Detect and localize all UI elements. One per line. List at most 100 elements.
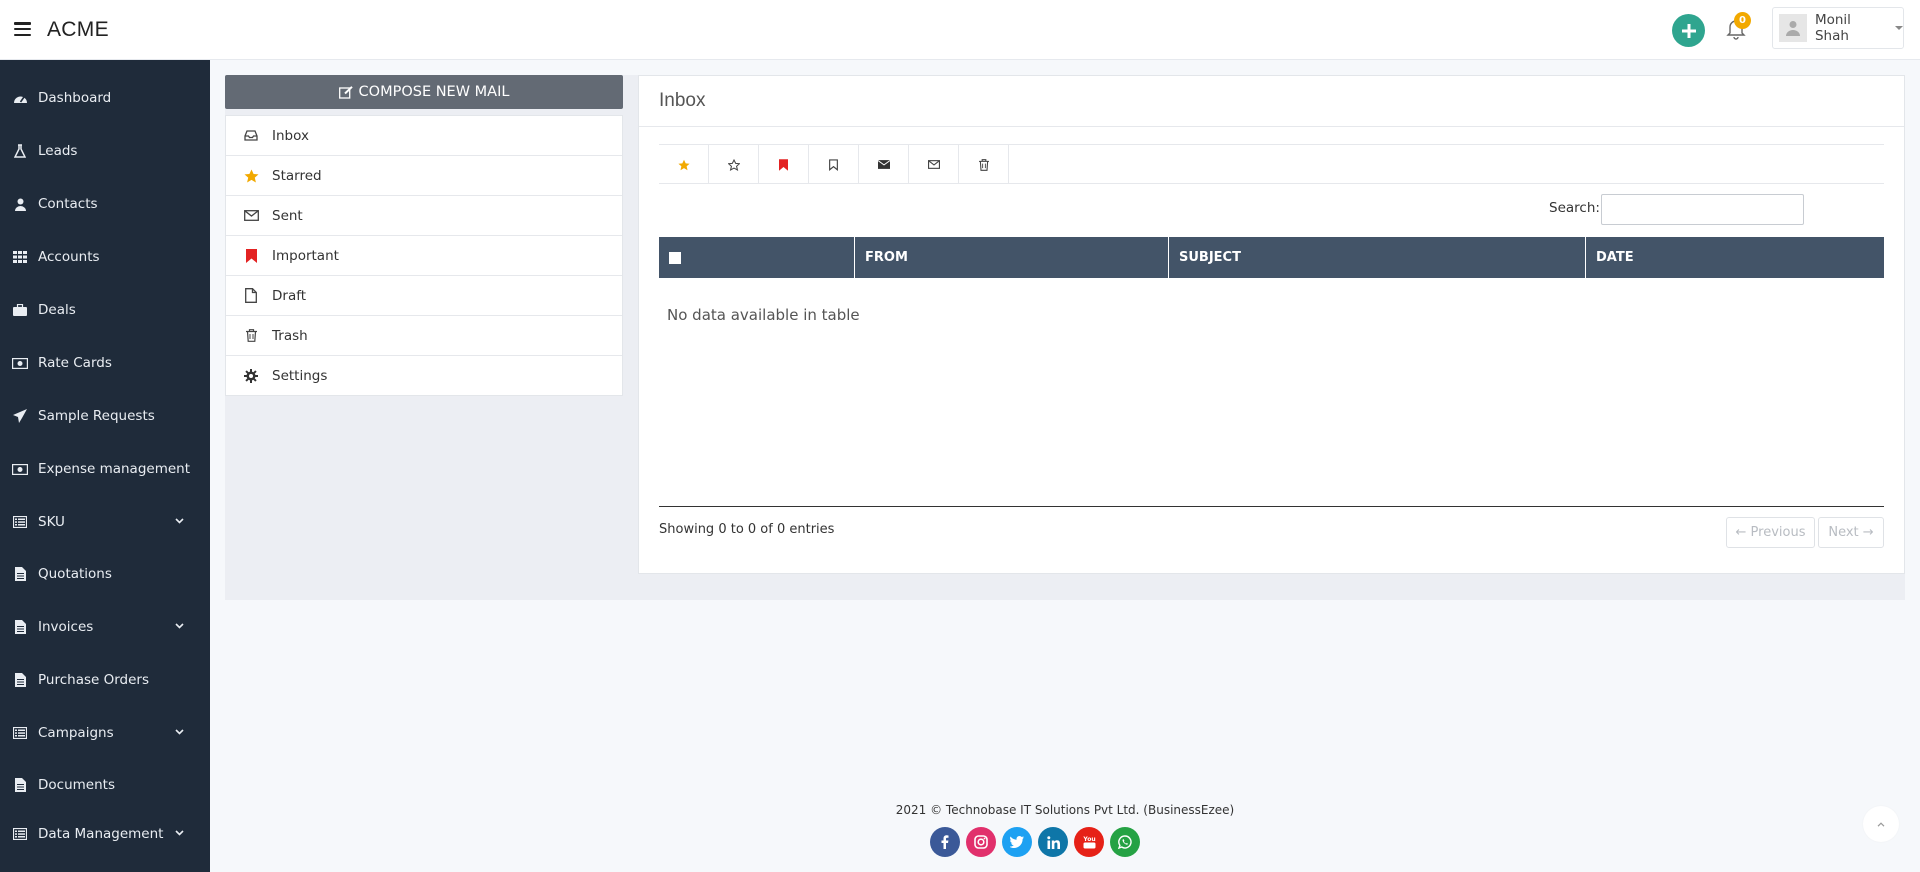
sidebar-item-label: Expense management (38, 461, 191, 477)
bookmark-filled-icon (779, 158, 788, 171)
notification-count-badge: 0 (1734, 12, 1751, 29)
grid-icon (12, 249, 28, 265)
sidebar-item-invoices[interactable]: Invoices (0, 608, 210, 646)
youtube-icon[interactable]: You (1074, 827, 1104, 857)
sidebar-item-dashboard[interactable]: Dashboard (0, 79, 210, 117)
compose-label: COMPOSE NEW MAIL (358, 84, 510, 100)
footer-copyright: 2021 © Technobase IT Solutions Pvt Ltd. … (895, 803, 1235, 817)
folder-starred[interactable]: Starred (226, 156, 622, 196)
list-icon (12, 826, 28, 842)
chevron-down-icon (175, 623, 184, 629)
sidebar-item-label: SKU (38, 514, 65, 530)
sidebar-item-label: Campaigns (38, 725, 114, 741)
folder-trash[interactable]: Trash (226, 316, 622, 356)
divider (639, 126, 1904, 127)
folder-inbox[interactable]: Inbox (226, 116, 622, 156)
star-icon (243, 168, 259, 184)
folder-label: Inbox (272, 127, 309, 144)
mark-starred-button[interactable] (659, 145, 709, 184)
chevron-down-icon (175, 830, 184, 836)
trash-icon (978, 158, 989, 171)
search-input[interactable] (1601, 194, 1804, 225)
sidebar-item-label: Contacts (38, 196, 98, 212)
sidebar-item-label: Data Management (38, 826, 164, 842)
empty-table-message: No data available in table (667, 306, 860, 324)
compose-button[interactable]: COMPOSE NEW MAIL (225, 75, 623, 109)
mark-read-button[interactable] (909, 145, 959, 184)
envelope-outline-icon (927, 160, 940, 169)
table-header: FROM SUBJECT DATE (659, 237, 1884, 278)
file-icon (12, 672, 28, 688)
next-page-button[interactable]: Next → (1818, 517, 1884, 548)
sidebar-item-sample-requests[interactable]: Sample Requests (0, 397, 210, 435)
sidebar-item-data-management[interactable]: Data Management (0, 815, 210, 853)
mark-unread-button[interactable] (859, 145, 909, 184)
mail-toolbar (659, 144, 1884, 184)
twitter-icon[interactable] (1002, 827, 1032, 857)
folder-label: Starred (272, 167, 322, 184)
sidebar-item-purchase-orders[interactable]: Purchase Orders (0, 661, 210, 699)
chevron-down-icon (175, 729, 184, 735)
star-filled-icon (677, 159, 690, 170)
user-icon (12, 196, 28, 212)
column-header-subject[interactable]: SUBJECT (1169, 237, 1586, 278)
facebook-icon[interactable] (930, 827, 960, 857)
instagram-icon[interactable] (966, 827, 996, 857)
add-button[interactable] (1672, 14, 1705, 47)
bookmark-outline-icon (829, 158, 838, 171)
sidebar-item-rate-cards[interactable]: Rate Cards (0, 344, 210, 382)
trash-icon (243, 328, 259, 344)
page-title: Inbox (659, 90, 706, 111)
folder-settings[interactable]: Settings (226, 356, 622, 396)
sidebar-item-label: Quotations (38, 566, 112, 582)
chevron-up-icon (1877, 821, 1885, 827)
sidebar: Dashboard Leads Contacts Accounts Deals … (0, 60, 210, 872)
unmark-starred-button[interactable] (709, 145, 759, 184)
sidebar-item-quotations[interactable]: Quotations (0, 555, 210, 593)
notifications-button[interactable]: 0 (1725, 12, 1751, 41)
edit-icon (338, 85, 353, 99)
sidebar-item-documents[interactable]: Documents (0, 766, 210, 804)
mark-important-button[interactable] (759, 145, 809, 184)
plus-icon (1681, 23, 1696, 38)
linkedin-icon[interactable] (1038, 827, 1068, 857)
unmark-important-button[interactable] (809, 145, 859, 184)
top-bar: ACME 0 Monil Shah (0, 0, 1920, 60)
sidebar-item-deals[interactable]: Deals (0, 291, 210, 329)
sidebar-item-label: Sample Requests (38, 408, 155, 424)
file-outline-icon (243, 288, 259, 304)
sidebar-item-contacts[interactable]: Contacts (0, 185, 210, 223)
menu-icon[interactable] (14, 22, 31, 36)
search-label: Search: (1549, 200, 1600, 216)
user-menu[interactable]: Monil Shah (1772, 7, 1904, 49)
sidebar-item-expense-management[interactable]: Expense management (0, 450, 210, 488)
brand-logo[interactable]: ACME (47, 18, 109, 42)
column-header-date[interactable]: DATE (1586, 237, 1884, 278)
folder-label: Trash (272, 327, 308, 344)
user-silhouette-icon (1785, 21, 1800, 36)
folder-draft[interactable]: Draft (226, 276, 622, 316)
folder-label: Settings (272, 368, 328, 384)
file-icon (12, 777, 28, 793)
star-outline-icon (727, 158, 740, 171)
briefcase-icon (12, 302, 28, 318)
whatsapp-icon[interactable] (1110, 827, 1140, 857)
inbox-icon (243, 128, 259, 144)
scroll-to-top-button[interactable] (1863, 806, 1899, 842)
column-header-from[interactable]: FROM (855, 237, 1169, 278)
select-all-column (659, 237, 855, 278)
folder-sent[interactable]: Sent (226, 196, 622, 236)
sidebar-item-label: Dashboard (38, 90, 112, 106)
gear-icon (243, 368, 259, 384)
sidebar-item-sku[interactable]: SKU (0, 503, 210, 541)
folder-important[interactable]: Important (226, 236, 622, 276)
sidebar-item-campaigns[interactable]: Campaigns (0, 714, 210, 752)
select-all-checkbox[interactable] (669, 251, 681, 264)
sidebar-item-accounts[interactable]: Accounts (0, 238, 210, 276)
delete-button[interactable] (959, 145, 1009, 184)
envelope-outline-icon (243, 208, 259, 224)
previous-page-button[interactable]: ← Previous (1726, 517, 1815, 548)
caret-down-icon (1895, 26, 1903, 30)
sidebar-item-leads[interactable]: Leads (0, 132, 210, 170)
list-icon (12, 514, 28, 530)
